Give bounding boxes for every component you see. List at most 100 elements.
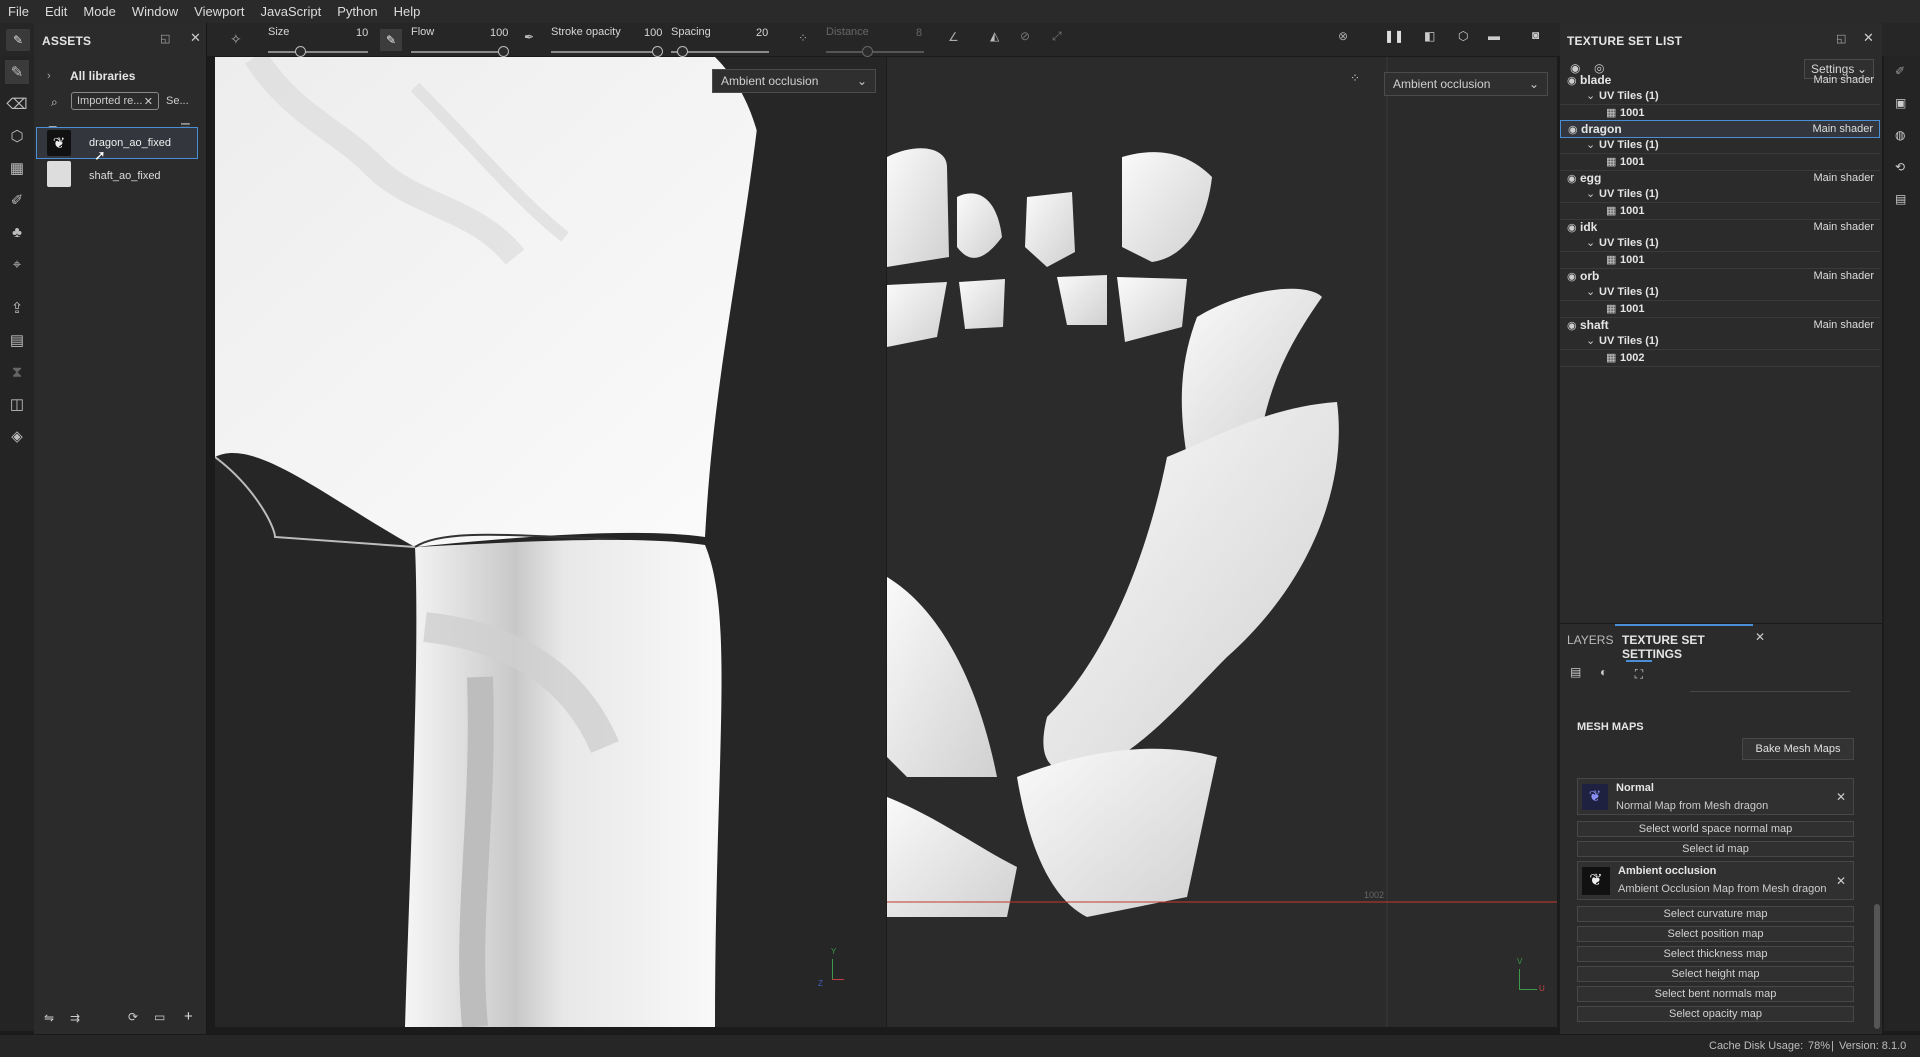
shelf-icon[interactable]: ◫ [5,392,29,416]
menu-javascript[interactable]: JavaScript [252,0,329,23]
hourglass-icon[interactable]: ⧗ [5,360,29,384]
bake-mesh-maps-button[interactable]: Bake Mesh Maps [1742,738,1854,760]
visibility-eye-icon[interactable]: ◉ [1567,172,1577,185]
shader-name[interactable]: Main shader [1813,221,1874,233]
select-thickness-map-button[interactable]: Select thickness map [1577,946,1854,962]
flow-brush-icon[interactable]: ✎ [380,29,402,51]
camera-video-icon[interactable]: ▬ [1488,29,1500,43]
history-icon[interactable]: ⟲ [1895,160,1905,174]
tab-texture-set-settings[interactable]: TEXTURE SET SETTINGS [1615,624,1753,661]
visibility-eye-icon[interactable]: ◉ [1567,221,1577,234]
menu-viewport[interactable]: Viewport [186,0,252,23]
visibility-eye-icon[interactable]: ◉ [1568,123,1578,136]
asset-name-shaft[interactable]: shaft_ao_fixed [89,170,161,182]
chevron-down-icon[interactable]: ⌄ [1586,285,1595,298]
uv-tiles-row[interactable]: ⌄ UV Tiles (1) [1560,332,1880,350]
chevron-down-icon[interactable]: ⌄ [1586,236,1595,249]
size-slider-knob[interactable] [295,46,306,57]
mirror-icon[interactable]: ◭ [990,29,999,43]
tab-layers[interactable]: LAYERS [1567,633,1613,647]
close-panel-icon[interactable]: ✕ [190,30,201,46]
display-icon[interactable]: ▣ [1895,96,1906,110]
remove-ao-map-icon[interactable]: ✕ [1836,874,1846,888]
export-list-icon[interactable]: ⇉ [70,1011,80,1025]
search-scope[interactable]: Se... [166,95,189,107]
menu-mode[interactable]: Mode [75,0,124,23]
shader-name[interactable]: Main shader [1813,74,1874,86]
display-settings-icon[interactable]: ◈ [5,424,29,448]
chevron-down-icon[interactable]: ⌄ [1586,138,1595,151]
select-id-map-button[interactable]: Select id map [1577,841,1854,857]
normal-map-slot[interactable]: ❦ Normal Normal Map from Mesh dragon ✕ [1577,778,1854,815]
chevron-down-icon[interactable]: ⌄ [1586,187,1595,200]
flow-slider-knob[interactable] [498,46,509,57]
search-icon[interactable]: ⌕ [51,95,58,110]
viewport-3d[interactable]: Ambient occlusion ⌄ Y Z [215,57,886,1027]
menu-edit[interactable]: Edit [37,0,75,23]
pen-pressure-icon[interactable]: ✒ [524,30,534,44]
visibility-eye-icon[interactable]: ◉ [1567,74,1577,87]
chevron-right-icon[interactable]: › [47,70,51,82]
spacing-slider-knob[interactable] [677,46,688,57]
close-tab-icon[interactable]: ✕ [1755,630,1765,644]
close-panel-icon[interactable]: ✕ [1863,30,1874,46]
texture-set-tab-icon[interactable]: ▤ [1570,665,1581,679]
environment-icon[interactable]: ◍ [1895,128,1905,142]
cube-icon[interactable]: ⬡ [1458,29,1468,43]
folder-icon[interactable]: ▭ [154,1010,165,1024]
mesh-maps-tab-icon[interactable]: ⛶ [1626,660,1652,686]
select-bent-normals-map-button[interactable]: Select bent normals map [1577,986,1854,1002]
channel-grid-icon[interactable]: ⁘ [1350,71,1360,85]
chevron-down-icon[interactable]: ⌄ [1586,89,1595,102]
viewport-2d-channel-select[interactable]: Ambient occlusion ⌄ [1384,72,1548,96]
shader-name[interactable]: Main shader [1812,123,1873,135]
search-input[interactable]: Imported re... ✕ [71,92,159,110]
clear-search-icon[interactable]: ✕ [144,95,153,108]
polygon-fill-icon[interactable]: ▦ [5,156,29,180]
menu-window[interactable]: Window [124,0,186,23]
angle-icon[interactable]: ∠ [948,30,959,44]
distance-slider[interactable] [826,51,924,53]
symmetry-icon[interactable]: ✧ [230,31,242,48]
screenshot-icon[interactable]: ◙ [1532,28,1539,42]
bake-icon[interactable]: ▤ [5,328,29,352]
uv-tiles-row[interactable]: ⌄ UV Tiles (1) [1560,87,1880,105]
ao-map-slot[interactable]: ❦ Ambient occlusion Ambient Occlusion Ma… [1577,861,1854,900]
log-icon[interactable]: ▤ [1895,192,1906,206]
uv-tiles-row[interactable]: ⌄ UV Tiles (1) [1560,185,1880,203]
shader-name[interactable]: Main shader [1813,319,1874,331]
brush-tool-icon[interactable]: ✎ [6,29,30,51]
add-icon[interactable]: + [184,1008,193,1025]
flow-slider[interactable] [411,51,505,53]
export-icon[interactable]: ⇪ [5,296,29,320]
distance-slider-knob[interactable] [862,46,873,57]
stroke-opacity-slider-knob[interactable] [652,46,663,57]
shader-name[interactable]: Main shader [1813,172,1874,184]
uv-tiles-row[interactable]: ⌄ UV Tiles (1) [1560,283,1880,301]
library-breadcrumb[interactable]: All libraries [70,69,135,83]
refresh-icon[interactable]: ⟳ [128,1010,138,1024]
shader-name[interactable]: Main shader [1813,270,1874,282]
paint-brush-icon[interactable]: ✎ [5,60,29,84]
scrollbar[interactable] [1874,904,1880,1029]
menu-python[interactable]: Python [329,0,385,23]
eraser-icon[interactable]: ⌫ [5,92,29,116]
uv-tiles-row[interactable]: ⌄ UV Tiles (1) [1560,234,1880,252]
projection-icon[interactable]: ⬡ [5,124,29,148]
viewport-3d-channel-select[interactable]: Ambient occlusion ⌄ [712,69,876,93]
menu-file[interactable]: File [0,0,37,23]
float-panel-icon[interactable]: ◱ [1836,32,1846,45]
menu-help[interactable]: Help [386,0,429,23]
clone-stamp-icon[interactable]: ♣ [5,220,29,244]
pause-icon[interactable]: ❚❚ [1384,29,1404,43]
visibility-eye-icon[interactable]: ◉ [1567,319,1577,332]
select-opacity-map-button[interactable]: Select opacity map [1577,1006,1854,1022]
chevron-down-icon[interactable]: ⌄ [1586,334,1595,347]
properties-icon[interactable]: ✐ [1895,64,1905,78]
size-slider[interactable] [268,51,368,53]
uv-tiles-row[interactable]: ⌄ UV Tiles (1) [1560,136,1880,154]
select-position-map-button[interactable]: Select position map [1577,926,1854,942]
lazy-mouse-icon[interactable]: ⁘ [798,31,808,45]
float-panel-icon[interactable]: ◱ [160,32,170,45]
viewport-2d[interactable]: 1002 ⁘ Ambient occlusion ⌄ V U [887,57,1557,1027]
